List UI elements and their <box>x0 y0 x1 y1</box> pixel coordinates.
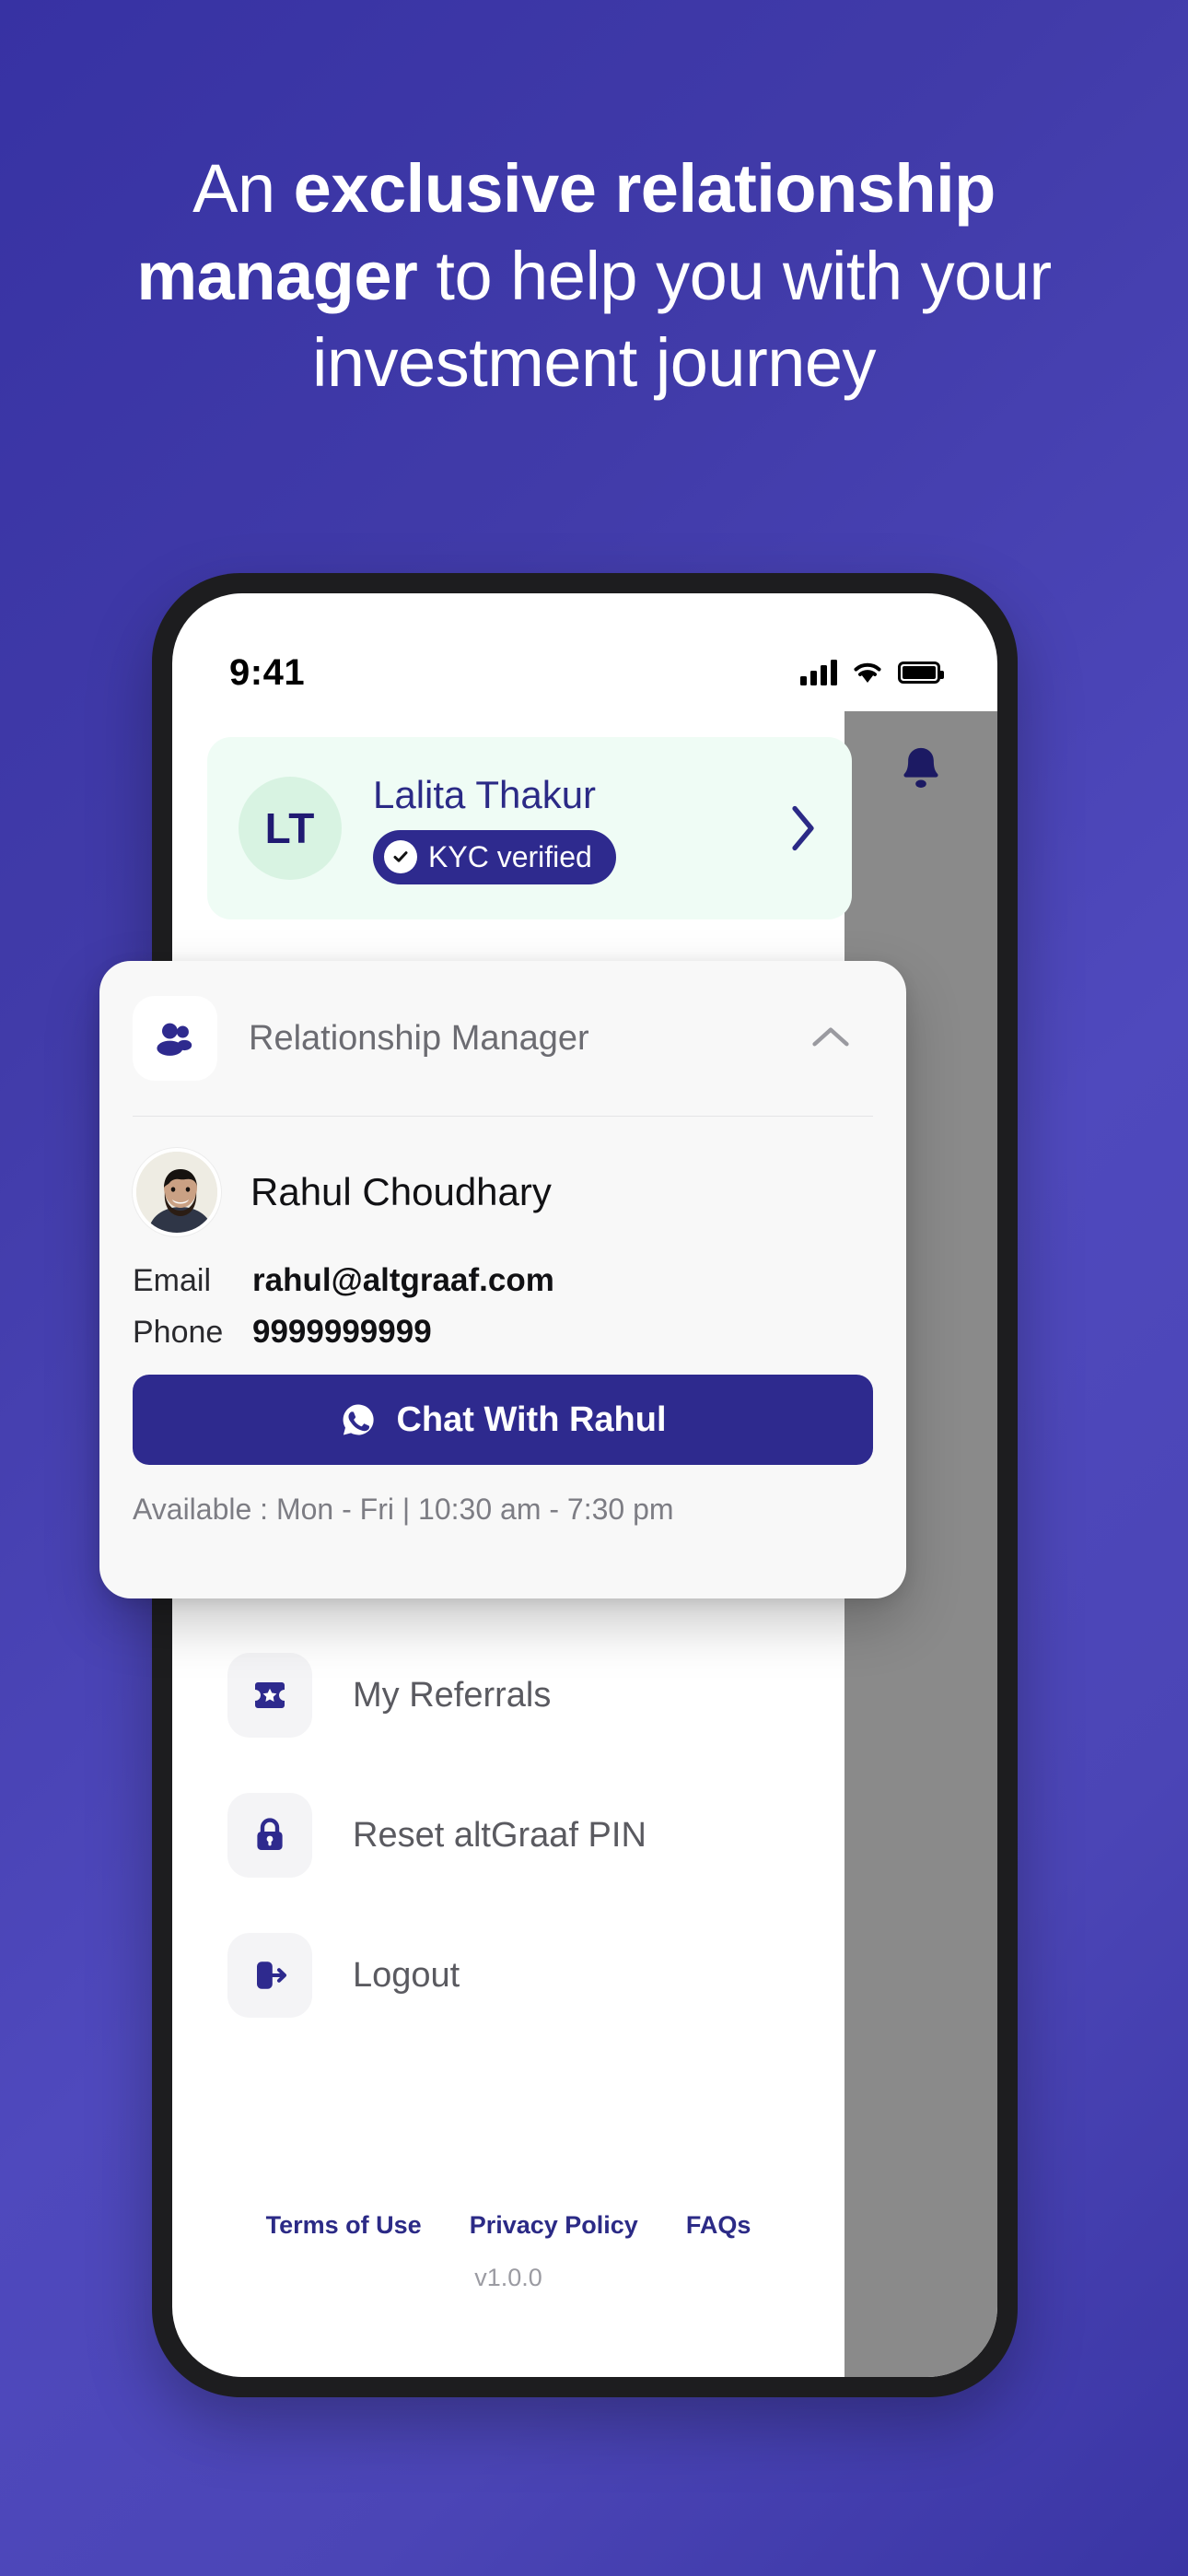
menu-item-logout[interactable]: Logout <box>227 1905 817 2045</box>
profile-name: Lalita Thakur <box>373 772 597 816</box>
contact-row-email: Email rahul@altgraaf.com <box>133 1262 873 1299</box>
users-group-icon <box>133 996 217 1081</box>
chat-with-rm-label: Chat With Rahul <box>396 1399 667 1439</box>
relationship-manager-person: Rahul Choudhary <box>99 1117 906 1236</box>
contact-row-phone: Phone 9999999999 <box>133 1314 873 1351</box>
footer-link-faqs[interactable]: FAQs <box>686 2211 751 2240</box>
lock-icon <box>227 1793 312 1878</box>
ticket-star-icon <box>227 1653 312 1738</box>
status-badge: KYC verified <box>373 829 616 884</box>
email-label: Email <box>133 1263 212 1298</box>
footer-link-terms[interactable]: Terms of Use <box>266 2211 422 2240</box>
footer-links: Terms of Use Privacy Policy FAQs <box>172 2211 844 2240</box>
avatar: LT <box>239 777 342 880</box>
chevron-up-icon[interactable] <box>810 1024 851 1054</box>
relationship-manager-contact: Email rahul@altgraaf.com Phone 999999999… <box>99 1236 906 1351</box>
battery-full-icon <box>898 662 944 684</box>
menu-item-reset-pin[interactable]: Reset altGraaf PIN <box>227 1765 817 1905</box>
status-badge-label: KYC verified <box>428 839 592 873</box>
footer: Terms of Use Privacy Policy FAQs v1.0.0 <box>172 2211 844 2292</box>
avatar <box>133 1148 221 1236</box>
status-bar-time: 9:41 <box>229 651 306 693</box>
email-value: rahul@altgraaf.com <box>252 1262 554 1298</box>
page-title: An exclusive relationship manager to hel… <box>69 146 1119 407</box>
chevron-right-icon[interactable] <box>789 805 817 851</box>
availability-text: Available : Mon - Fri | 10:30 am - 7:30 … <box>133 1493 674 1526</box>
logout-arrow-icon <box>227 1933 312 2018</box>
footer-link-privacy[interactable]: Privacy Policy <box>470 2211 638 2240</box>
headline-part-plain-2: to help you with your investment journey <box>311 237 1052 402</box>
status-bar-icons <box>800 660 944 685</box>
cellular-signal-icon <box>800 660 837 685</box>
bell-icon <box>903 747 938 788</box>
menu-item-label: My Referrals <box>353 1675 552 1715</box>
menu-item-label: Reset altGraaf PIN <box>353 1815 646 1855</box>
phone-value: 9999999999 <box>252 1314 432 1350</box>
whatsapp-icon <box>344 1404 375 1435</box>
headline-part-plain-1: An <box>192 150 294 227</box>
status-bar: 9:41 <box>172 593 997 711</box>
profile-text-block: Lalita Thakur KYC verified <box>373 773 789 884</box>
phone-label: Phone <box>133 1315 224 1350</box>
menu-item-label: Logout <box>353 1955 460 1995</box>
relationship-manager-title: Relationship Manager <box>249 1018 589 1058</box>
relationship-manager-name: Rahul Choudhary <box>250 1170 552 1213</box>
user-profile-card[interactable]: LT Lalita Thakur KYC verified <box>207 737 852 919</box>
settings-menu-list: My Referrals Reset altGraaf PIN Logout <box>227 1625 817 2045</box>
check-circle-icon <box>384 840 417 873</box>
wifi-icon <box>854 662 881 683</box>
menu-item-my-referrals[interactable]: My Referrals <box>227 1625 817 1765</box>
relationship-manager-header[interactable]: Relationship Manager <box>99 961 906 1116</box>
app-version: v1.0.0 <box>474 2264 542 2291</box>
notification-button[interactable] <box>844 711 997 829</box>
chat-with-rm-button[interactable]: Chat With Rahul <box>133 1375 873 1465</box>
relationship-manager-card: Relationship Manager Rahul Choudhary Ema… <box>99 961 906 1598</box>
